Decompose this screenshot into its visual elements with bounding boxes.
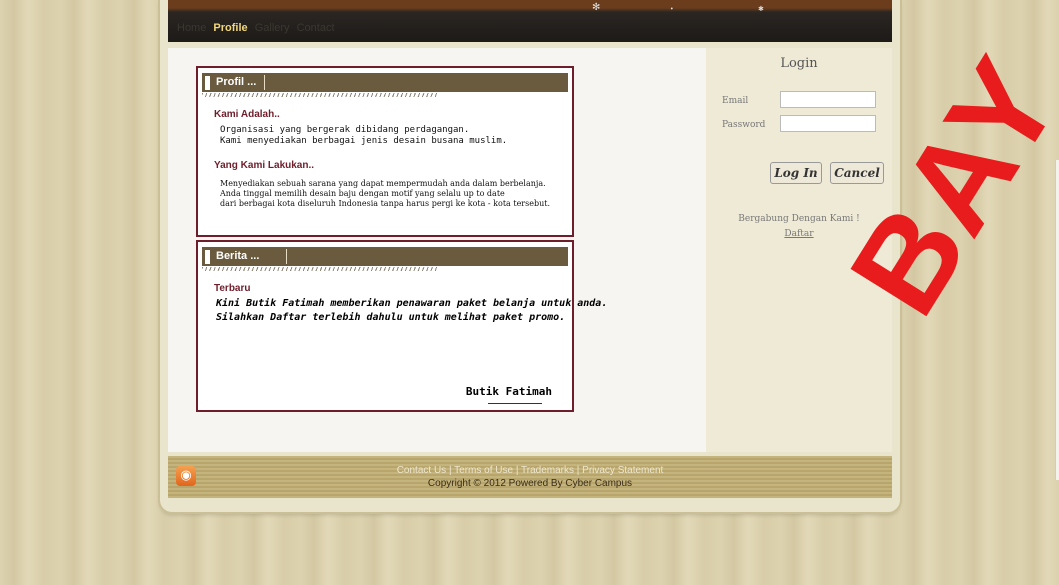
header-banner: ✻ • ✱ xyxy=(168,0,892,42)
profil-header: Profil ... xyxy=(202,73,568,92)
copyright: Copyright © 2012 Powered By Cyber Campus xyxy=(427,478,633,489)
nav-item-profile[interactable]: Profile xyxy=(213,22,247,34)
lakukan-line-2: Anda tinggal memilih desain baju dengan … xyxy=(220,189,505,198)
password-label: Password xyxy=(722,120,766,130)
nav-item-contact[interactable]: Contact xyxy=(297,22,335,34)
profil-title: Profil ... xyxy=(216,76,257,88)
signature: Butik Fatimah xyxy=(465,385,552,398)
berita-heading: Terbaru xyxy=(214,283,251,294)
berita-title: Berita ... xyxy=(216,250,260,262)
profil-box: Profil ... Kami Adalah.. Organisasi yang… xyxy=(196,66,574,237)
nav-item-gallery[interactable]: Gallery xyxy=(255,22,290,34)
berita-line-1: Kini Butik Fatimah memberikan penawaran … xyxy=(216,298,608,309)
main-nav: Home Profile Gallery Contact xyxy=(177,22,339,34)
footer: ◉ Contact Us | Terms of Use | Trademarks… xyxy=(168,456,892,498)
star-decoration-icon: ✱ xyxy=(758,5,764,13)
lakukan-heading: Yang Kami Lakukan.. xyxy=(214,160,315,171)
footer-links[interactable]: Contact Us | Terms of Use | Trademarks |… xyxy=(168,465,892,476)
kami-line-1: Organisasi yang bergerak dibidang perdag… xyxy=(220,125,470,135)
hatch-divider xyxy=(202,267,438,271)
berita-header: Berita ... xyxy=(202,247,568,266)
password-field[interactable] xyxy=(780,115,876,132)
berita-box: Berita ... Terbaru Kini Butik Fatimah me… xyxy=(196,240,608,412)
lakukan-line-3: dari berbagai kota diseluruh Indonesia t… xyxy=(220,199,551,208)
kami-line-2: Kami menyediakan berbagai jenis desain b… xyxy=(220,136,508,146)
lakukan-line-1: Menyediakan sebuah sarana yang dapat mem… xyxy=(220,179,546,188)
flower-decoration-icon: ✻ xyxy=(592,2,601,13)
email-field[interactable] xyxy=(780,91,876,108)
dot-decoration-icon: • xyxy=(670,6,674,13)
nav-item-home[interactable]: Home xyxy=(177,22,206,34)
scrollbar-edge xyxy=(1055,160,1059,480)
login-title: Login xyxy=(780,56,818,71)
login-button[interactable]: Log In xyxy=(770,162,822,184)
kami-heading: Kami Adalah.. xyxy=(214,109,280,120)
email-label: Email xyxy=(722,96,749,106)
hatch-divider xyxy=(202,93,438,97)
berita-line-2: Silahkan Daftar terlebih dahulu untuk me… xyxy=(216,312,566,323)
